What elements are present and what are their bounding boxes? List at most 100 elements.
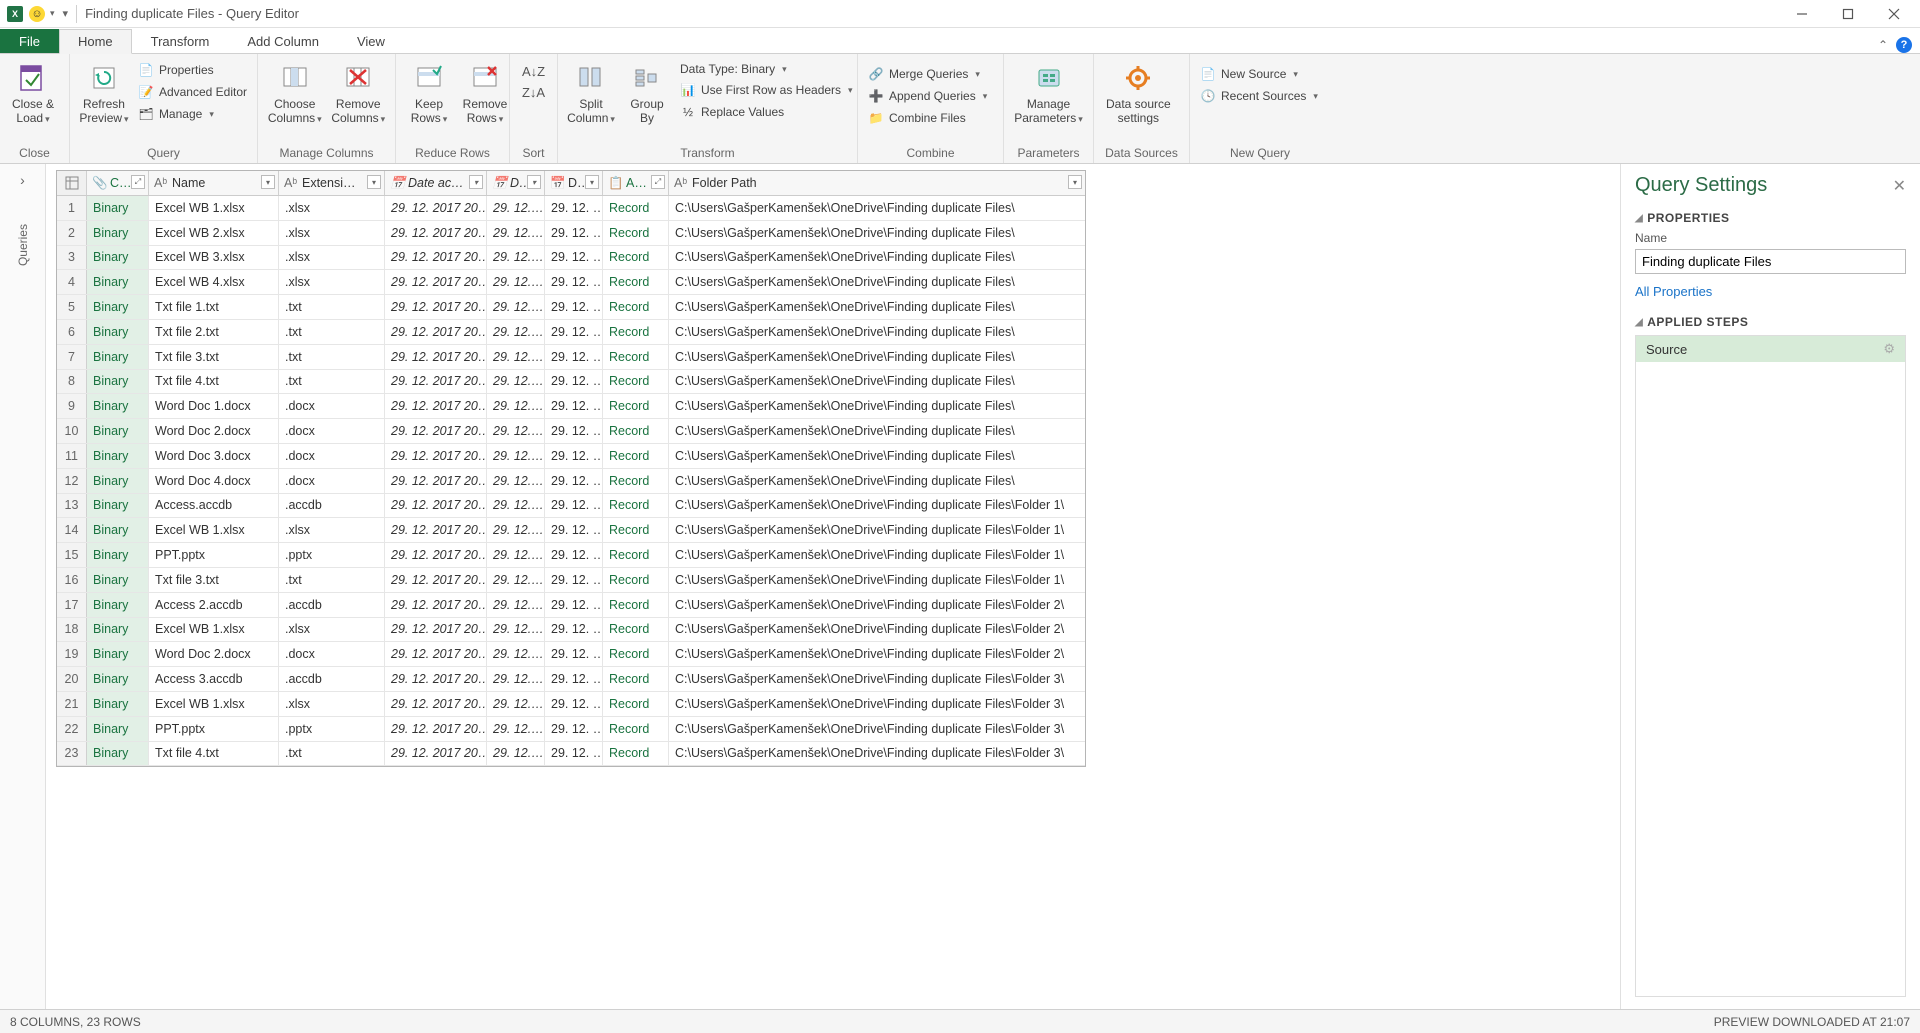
table-row[interactable]: 13BinaryAccess.accdb.accdb29. 12. 2017 2… bbox=[57, 494, 1085, 519]
cell-folder-path[interactable]: C:\Users\GašperKamenšek\OneDrive\Finding… bbox=[669, 196, 1085, 220]
cell-name[interactable]: Excel WB 1.xlsx bbox=[149, 518, 279, 542]
cell-date3[interactable]: 29. 12. … bbox=[545, 270, 603, 294]
col-date2-header[interactable]: 📅 D… ▾ bbox=[487, 171, 545, 195]
cell-attributes[interactable]: Record bbox=[603, 196, 669, 220]
cell-extension[interactable]: .accdb bbox=[279, 593, 385, 617]
append-queries-button[interactable]: ➕ Append Queries bbox=[864, 86, 991, 106]
cell-date2[interactable]: 29. 12.… bbox=[487, 618, 545, 642]
table-row[interactable]: 4BinaryExcel WB 4.xlsx.xlsx29. 12. 2017 … bbox=[57, 270, 1085, 295]
cell-extension[interactable]: .xlsx bbox=[279, 221, 385, 245]
table-row[interactable]: 22BinaryPPT.pptx.pptx29. 12. 2017 20…29.… bbox=[57, 717, 1085, 742]
cell-date-accessed[interactable]: 29. 12. 2017 20… bbox=[385, 246, 487, 270]
cell-date3[interactable]: 29. 12. … bbox=[545, 742, 603, 766]
cell-folder-path[interactable]: C:\Users\GašperKamenšek\OneDrive\Finding… bbox=[669, 717, 1085, 741]
cell-extension[interactable]: .docx bbox=[279, 419, 385, 443]
cell-attributes[interactable]: Record bbox=[603, 394, 669, 418]
cell-extension[interactable]: .txt bbox=[279, 295, 385, 319]
cell-extension[interactable]: .docx bbox=[279, 469, 385, 493]
cell-folder-path[interactable]: C:\Users\GašperKamenšek\OneDrive\Finding… bbox=[669, 667, 1085, 691]
cell-date3[interactable]: 29. 12. … bbox=[545, 593, 603, 617]
cell-extension[interactable]: .txt bbox=[279, 345, 385, 369]
table-row[interactable]: 15BinaryPPT.pptx.pptx29. 12. 2017 20…29.… bbox=[57, 543, 1085, 568]
keep-rows-button[interactable]: Keep Rows bbox=[402, 58, 456, 128]
properties-button[interactable]: 📄 Properties bbox=[134, 60, 251, 80]
cell-attributes[interactable]: Record bbox=[603, 593, 669, 617]
table-row[interactable]: 10BinaryWord Doc 2.docx.docx29. 12. 2017… bbox=[57, 419, 1085, 444]
expand-icon[interactable]: ⤢ bbox=[651, 175, 665, 189]
cell-name[interactable]: PPT.pptx bbox=[149, 543, 279, 567]
cell-extension[interactable]: .pptx bbox=[279, 717, 385, 741]
cell-date-accessed[interactable]: 29. 12. 2017 20… bbox=[385, 270, 487, 294]
cell-content[interactable]: Binary bbox=[87, 692, 149, 716]
cell-date3[interactable]: 29. 12. … bbox=[545, 518, 603, 542]
cell-date3[interactable]: 29. 12. … bbox=[545, 320, 603, 344]
cell-date2[interactable]: 29. 12.… bbox=[487, 543, 545, 567]
merge-queries-button[interactable]: 🔗 Merge Queries bbox=[864, 64, 991, 84]
cell-extension[interactable]: .docx bbox=[279, 444, 385, 468]
cell-attributes[interactable]: Record bbox=[603, 642, 669, 666]
table-row[interactable]: 7BinaryTxt file 3.txt.txt29. 12. 2017 20… bbox=[57, 345, 1085, 370]
cell-date-accessed[interactable]: 29. 12. 2017 20… bbox=[385, 419, 487, 443]
queries-rail[interactable]: › Queries bbox=[0, 164, 46, 1009]
cell-name[interactable]: Excel WB 4.xlsx bbox=[149, 270, 279, 294]
col-content-header[interactable]: 📎 C… ⤢ bbox=[87, 171, 149, 195]
cell-content[interactable]: Binary bbox=[87, 568, 149, 592]
cell-attributes[interactable]: Record bbox=[603, 742, 669, 766]
cell-content[interactable]: Binary bbox=[87, 196, 149, 220]
cell-folder-path[interactable]: C:\Users\GašperKamenšek\OneDrive\Finding… bbox=[669, 742, 1085, 766]
cell-name[interactable]: Excel WB 3.xlsx bbox=[149, 246, 279, 270]
cell-date2[interactable]: 29. 12.… bbox=[487, 444, 545, 468]
cell-name[interactable]: Word Doc 3.docx bbox=[149, 444, 279, 468]
cell-attributes[interactable]: Record bbox=[603, 543, 669, 567]
split-column-button[interactable]: Split Column bbox=[564, 58, 618, 128]
cell-date-accessed[interactable]: 29. 12. 2017 20… bbox=[385, 494, 487, 518]
first-row-headers-button[interactable]: 📊 Use First Row as Headers bbox=[676, 80, 857, 100]
col-date-accessed-header[interactable]: 📅 Date ac… ▾ bbox=[385, 171, 487, 195]
data-source-settings-button[interactable]: Data source settings bbox=[1100, 58, 1177, 128]
cell-folder-path[interactable]: C:\Users\GašperKamenšek\OneDrive\Finding… bbox=[669, 593, 1085, 617]
expand-queries-icon[interactable]: › bbox=[20, 172, 25, 188]
cell-attributes[interactable]: Record bbox=[603, 469, 669, 493]
cell-content[interactable]: Binary bbox=[87, 518, 149, 542]
table-row[interactable]: 16BinaryTxt file 3.txt.txt29. 12. 2017 2… bbox=[57, 568, 1085, 593]
cell-date3[interactable]: 29. 12. … bbox=[545, 568, 603, 592]
table-row[interactable]: 8BinaryTxt file 4.txt.txt29. 12. 2017 20… bbox=[57, 370, 1085, 395]
cell-date3[interactable]: 29. 12. … bbox=[545, 295, 603, 319]
cell-date2[interactable]: 29. 12.… bbox=[487, 295, 545, 319]
cell-date-accessed[interactable]: 29. 12. 2017 20… bbox=[385, 667, 487, 691]
cell-folder-path[interactable]: C:\Users\GašperKamenšek\OneDrive\Finding… bbox=[669, 543, 1085, 567]
col-attributes-header[interactable]: 📋 A… ⤢ bbox=[603, 171, 669, 195]
cell-name[interactable]: Txt file 4.txt bbox=[149, 370, 279, 394]
sort-desc-button[interactable]: Z↓A bbox=[522, 85, 545, 100]
cell-name[interactable]: Access 3.accdb bbox=[149, 667, 279, 691]
cell-date-accessed[interactable]: 29. 12. 2017 20… bbox=[385, 518, 487, 542]
remove-columns-button[interactable]: Remove Columns bbox=[328, 58, 390, 128]
group-by-button[interactable]: Group By bbox=[620, 58, 674, 128]
cell-date3[interactable]: 29. 12. … bbox=[545, 345, 603, 369]
table-row[interactable]: 9BinaryWord Doc 1.docx.docx29. 12. 2017 … bbox=[57, 394, 1085, 419]
cell-name[interactable]: Word Doc 4.docx bbox=[149, 469, 279, 493]
cell-attributes[interactable]: Record bbox=[603, 444, 669, 468]
table-row[interactable]: 5BinaryTxt file 1.txt.txt29. 12. 2017 20… bbox=[57, 295, 1085, 320]
cell-content[interactable]: Binary bbox=[87, 246, 149, 270]
cell-folder-path[interactable]: C:\Users\GašperKamenšek\OneDrive\Finding… bbox=[669, 295, 1085, 319]
cell-date2[interactable]: 29. 12.… bbox=[487, 593, 545, 617]
cell-date2[interactable]: 29. 12.… bbox=[487, 370, 545, 394]
cell-attributes[interactable]: Record bbox=[603, 667, 669, 691]
cell-folder-path[interactable]: C:\Users\GašperKamenšek\OneDrive\Finding… bbox=[669, 320, 1085, 344]
cell-folder-path[interactable]: C:\Users\GašperKamenšek\OneDrive\Finding… bbox=[669, 494, 1085, 518]
cell-date3[interactable]: 29. 12. … bbox=[545, 370, 603, 394]
qat-dropdown-icon[interactable]: ▾ bbox=[50, 8, 55, 19]
table-row[interactable]: 12BinaryWord Doc 4.docx.docx29. 12. 2017… bbox=[57, 469, 1085, 494]
cell-extension[interactable]: .txt bbox=[279, 568, 385, 592]
cell-date2[interactable]: 29. 12.… bbox=[487, 469, 545, 493]
cell-extension[interactable]: .xlsx bbox=[279, 246, 385, 270]
recent-sources-button[interactable]: 🕓 Recent Sources bbox=[1196, 86, 1322, 106]
remove-rows-button[interactable]: Remove Rows bbox=[458, 58, 512, 128]
cell-date3[interactable]: 29. 12. … bbox=[545, 469, 603, 493]
cell-date3[interactable]: 29. 12. … bbox=[545, 419, 603, 443]
cell-date-accessed[interactable]: 29. 12. 2017 20… bbox=[385, 742, 487, 766]
cell-extension[interactable]: .docx bbox=[279, 642, 385, 666]
table-row[interactable]: 18BinaryExcel WB 1.xlsx.xlsx29. 12. 2017… bbox=[57, 618, 1085, 643]
cell-date2[interactable]: 29. 12.… bbox=[487, 717, 545, 741]
